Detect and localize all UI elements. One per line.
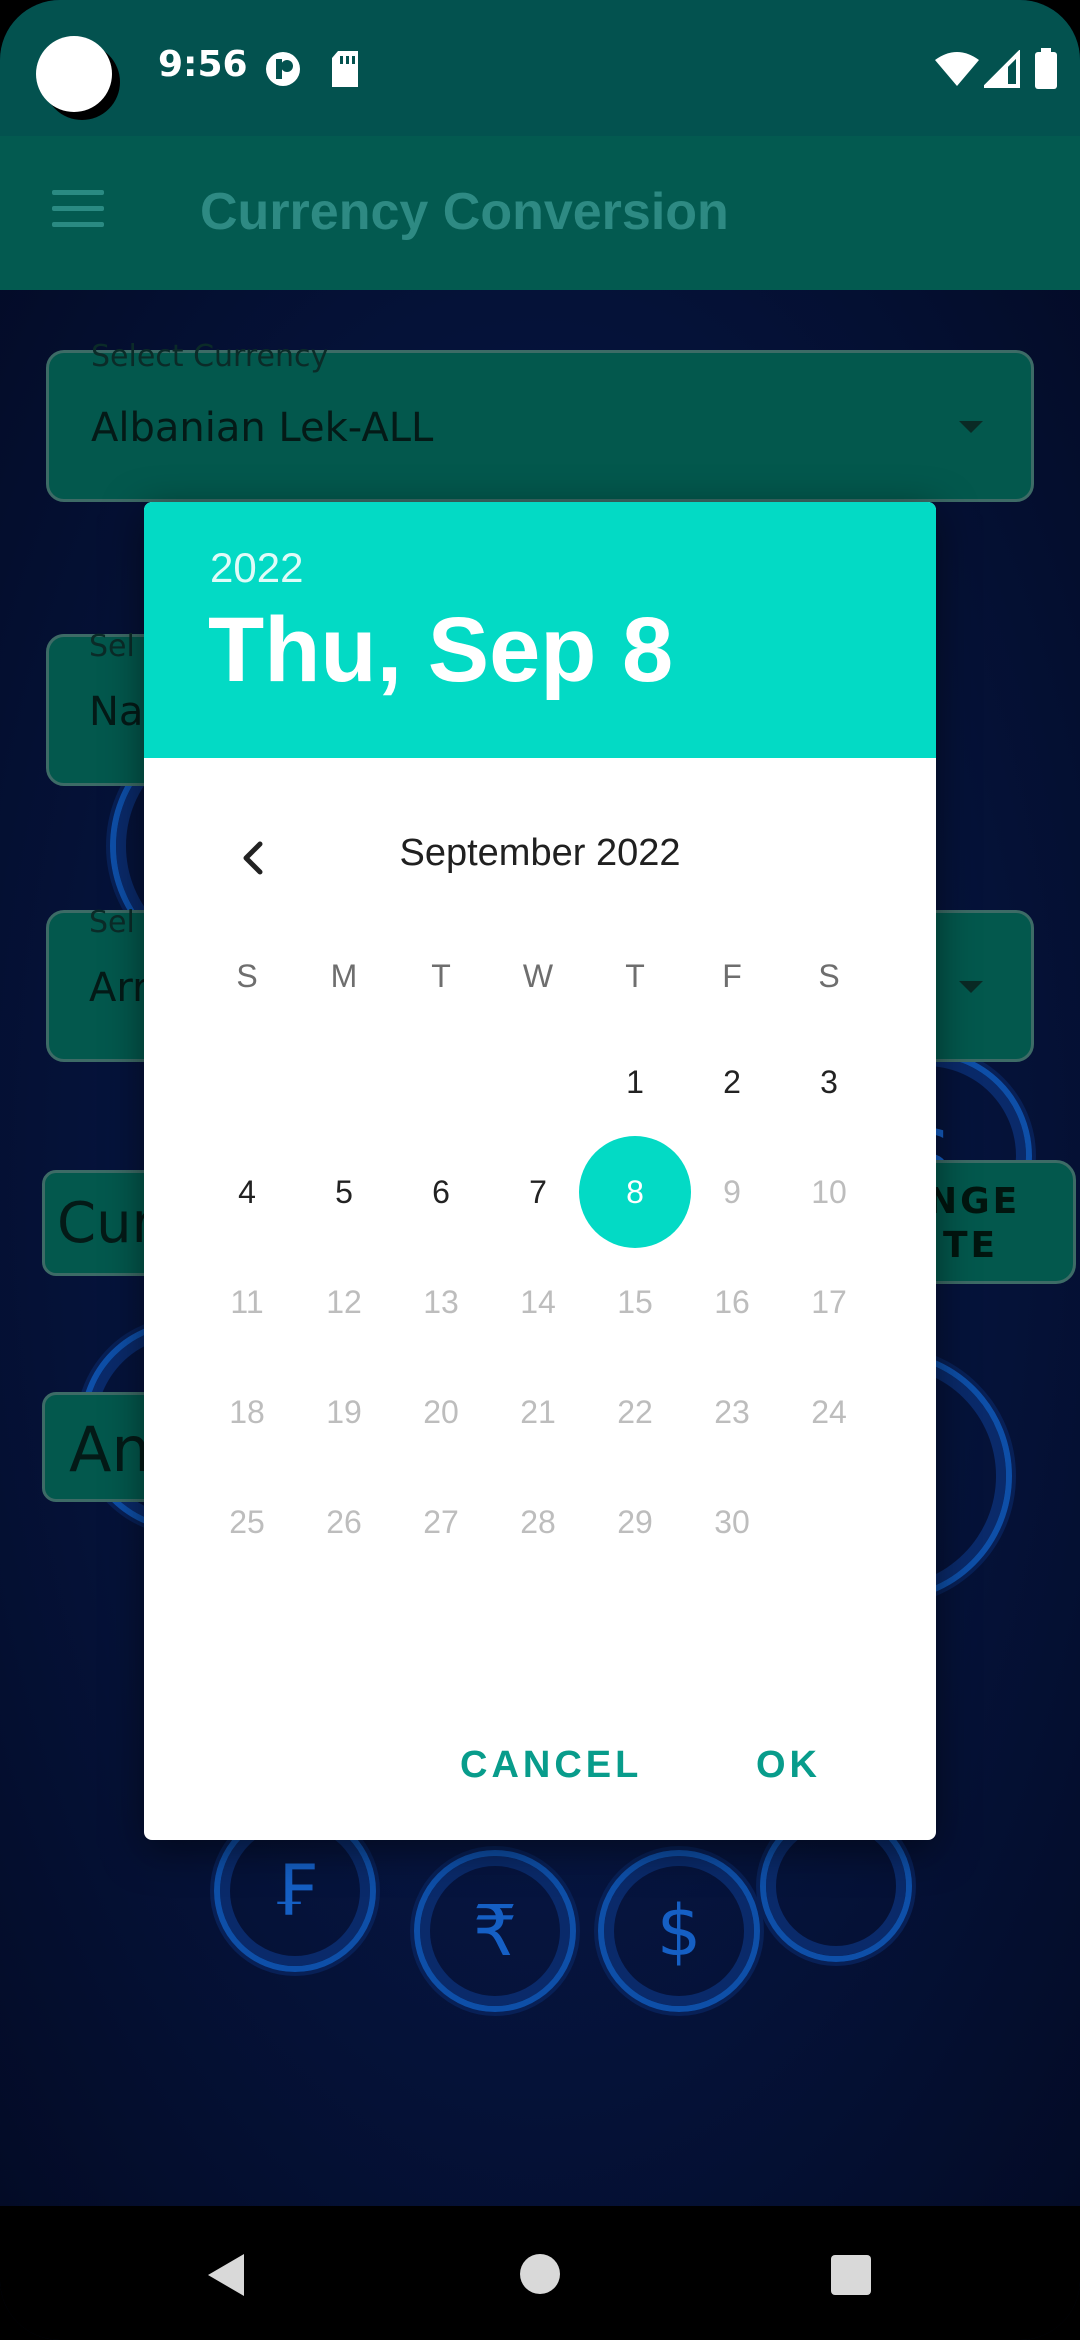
- calendar-day: 10: [811, 1174, 847, 1210]
- calendar-day: 19: [326, 1394, 362, 1430]
- calendar-day: 16: [714, 1284, 750, 1320]
- notification-app-icon: [266, 52, 300, 86]
- calendar-day[interactable]: 5: [294, 1142, 394, 1242]
- status-time: 9:56: [158, 44, 248, 85]
- calendar-day: 11: [230, 1284, 264, 1320]
- calendar-day: 24: [811, 1394, 847, 1430]
- third-currency-hint: Sel: [89, 905, 135, 940]
- square-recents-icon[interactable]: [830, 2254, 872, 2296]
- date-picker-header: 2022 Thu, Sep 8: [144, 502, 936, 758]
- current-rate-label: Cur: [57, 1191, 155, 1256]
- amount-label: An: [69, 1413, 151, 1486]
- toolbar-title: Currency Conversion: [200, 183, 729, 241]
- weekday-header: W: [522, 958, 554, 994]
- weekday-header: T: [625, 958, 645, 994]
- calendar-day: 13: [423, 1284, 459, 1320]
- calendar-day[interactable]: 3: [779, 1032, 879, 1132]
- calendar-day: 17: [811, 1284, 847, 1320]
- weekday-header: M: [330, 958, 358, 994]
- hamburger-menu-icon[interactable]: [52, 190, 104, 228]
- weekday-header: F: [722, 958, 742, 994]
- calendar-day: 9: [723, 1174, 741, 1210]
- battery-icon: [1035, 48, 1057, 89]
- sd-card-icon: [332, 51, 358, 87]
- app-screen: 9:56 Currency Conversion ₣ ₹ $ Select Cu…: [0, 0, 1080, 2340]
- weekday-header: S: [236, 958, 258, 994]
- app-toolbar: Currency Conversion: [0, 136, 1080, 290]
- header-year[interactable]: 2022: [210, 544, 303, 592]
- calendar-day-selected[interactable]: 8: [585, 1142, 685, 1242]
- exchange-button-line2: TE: [943, 1225, 999, 1266]
- dropdown-arrow-icon: [959, 421, 983, 433]
- calendar-day[interactable]: 2: [682, 1032, 782, 1132]
- camera-cutout: [36, 36, 112, 112]
- system-navigation-bar: [0, 2206, 1080, 2340]
- select-currency-value: Albanian Lek-ALL: [91, 405, 434, 451]
- calendar-day: 30: [714, 1504, 750, 1540]
- calendar-day[interactable]: 1: [585, 1032, 685, 1132]
- calendar-day: 28: [520, 1504, 556, 1540]
- weekday-header: S: [818, 958, 840, 994]
- calendar-day: 25: [229, 1504, 265, 1540]
- calendar-day: 12: [326, 1284, 362, 1320]
- cancel-button[interactable]: CANCEL: [460, 1744, 642, 1787]
- select-currency-hint: Select Currency: [91, 339, 329, 374]
- calendar-day: 15: [617, 1284, 653, 1320]
- target-currency-hint: Sel: [89, 629, 135, 664]
- ok-button[interactable]: OK: [756, 1744, 821, 1787]
- coin-decoration: $: [598, 1850, 760, 2012]
- exchange-button-line1: NGE: [927, 1181, 1021, 1222]
- circle-home-icon[interactable]: [518, 2252, 562, 2296]
- coin-decoration: ₹: [414, 1850, 576, 2012]
- calendar-day[interactable]: 7: [488, 1142, 588, 1242]
- date-picker-dialog: 2022 Thu, Sep 8 September 2022 SMTWTFS12…: [144, 502, 936, 1840]
- select-currency-dropdown[interactable]: Select Currency Albanian Lek-ALL: [46, 339, 1034, 502]
- calendar-day[interactable]: 6: [391, 1142, 491, 1242]
- calendar-day: 27: [423, 1504, 459, 1540]
- wifi-icon: [935, 52, 979, 86]
- header-selected-date[interactable]: Thu, Sep 8: [208, 598, 673, 703]
- calendar-day: 23: [714, 1394, 750, 1430]
- target-currency-value: Na: [89, 689, 144, 735]
- calendar-day: 26: [326, 1504, 362, 1540]
- calendar-day: 21: [520, 1394, 556, 1430]
- dropdown-arrow-icon: [959, 981, 983, 993]
- calendar-day: 14: [520, 1284, 556, 1320]
- calendar-day[interactable]: 4: [197, 1142, 297, 1242]
- month-year-label: September 2022: [399, 832, 681, 874]
- calendar-day: 18: [229, 1394, 265, 1430]
- triangle-back-icon[interactable]: [204, 2252, 248, 2298]
- status-bar: 9:56: [0, 0, 1080, 136]
- calendar-day: 22: [617, 1394, 653, 1430]
- weekday-header: T: [431, 958, 451, 994]
- cellular-signal-icon: [984, 50, 1020, 88]
- calendar-day: 20: [423, 1394, 459, 1430]
- calendar-day: 29: [617, 1504, 653, 1540]
- third-currency-value: Arr: [89, 965, 149, 1011]
